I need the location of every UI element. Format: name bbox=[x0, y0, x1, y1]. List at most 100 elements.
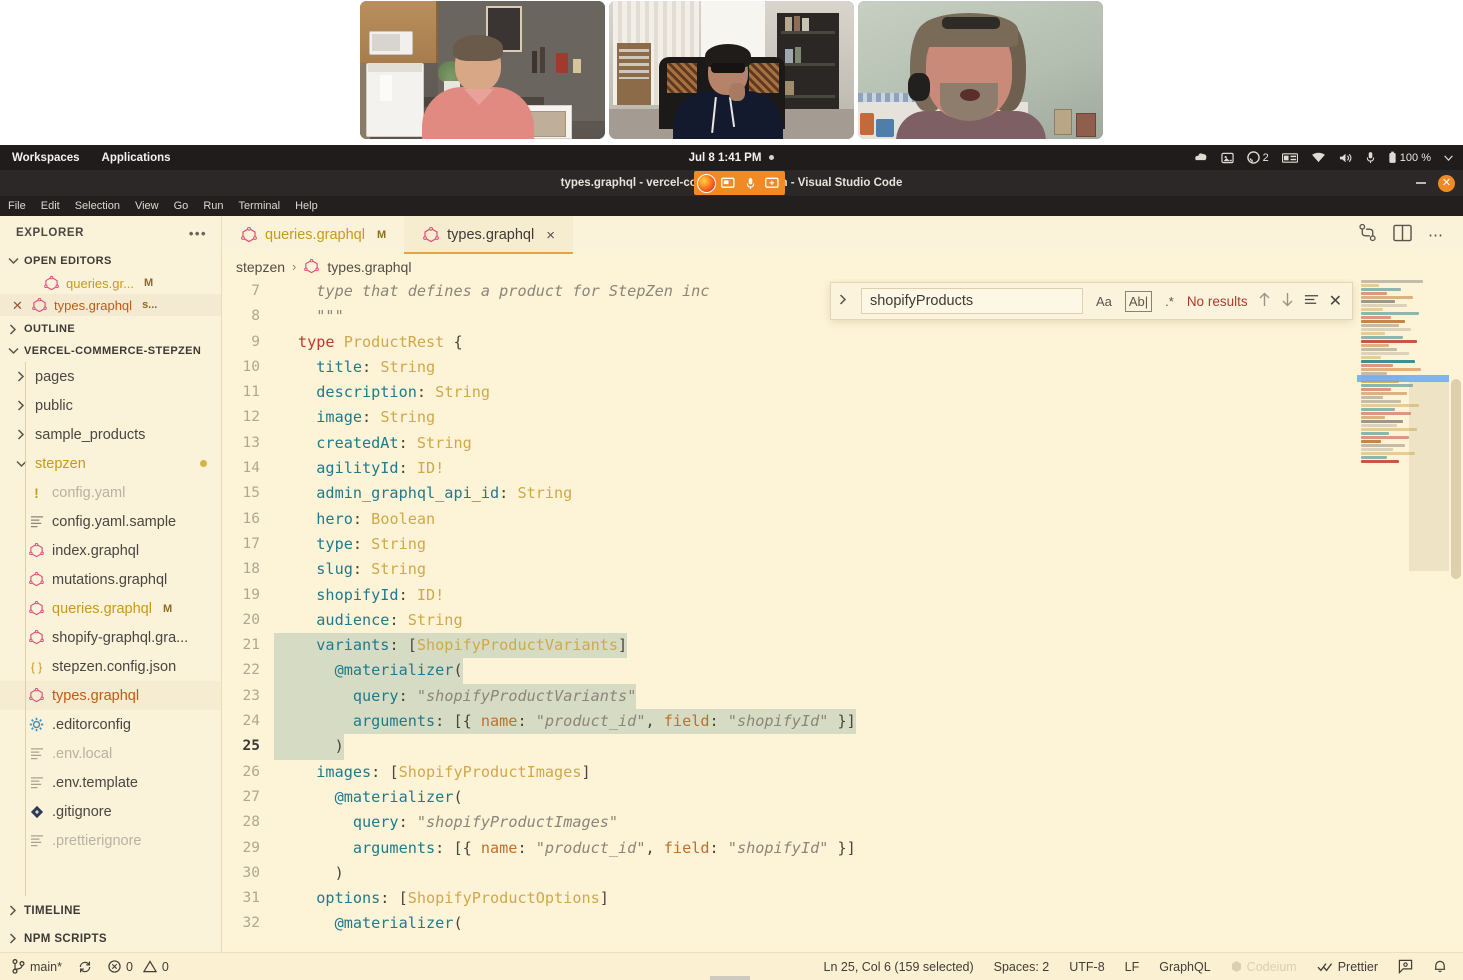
tree-item-stepzen-config-json[interactable]: { }stepzen.config.json bbox=[0, 652, 221, 681]
breadcrumb-folder[interactable]: stepzen bbox=[236, 259, 285, 275]
os-menu-applications[interactable]: Applications bbox=[102, 152, 171, 164]
menu-help[interactable]: Help bbox=[295, 200, 318, 212]
tree-item--editorconfig[interactable]: .editorconfig bbox=[0, 710, 221, 739]
menu-selection[interactable]: Selection bbox=[75, 200, 120, 212]
wifi-icon[interactable] bbox=[1311, 152, 1326, 163]
tree-item-stepzen[interactable]: stepzen bbox=[0, 449, 221, 478]
section-timeline[interactable]: TIMELINE bbox=[0, 896, 221, 924]
keyboard-icon[interactable] bbox=[1282, 153, 1298, 163]
remote-feedback-icon[interactable] bbox=[1398, 959, 1413, 974]
status-eol[interactable]: LF bbox=[1125, 960, 1140, 974]
status-prettier[interactable]: Prettier bbox=[1317, 960, 1378, 974]
tree-item-config-yaml[interactable]: !config.yaml bbox=[0, 478, 221, 507]
tree-item-queries-graphql[interactable]: queries.graphqlM bbox=[0, 594, 221, 623]
status-sync-icon[interactable] bbox=[78, 960, 92, 974]
section-open-editors[interactable]: OPEN EDITORS bbox=[0, 250, 221, 272]
tree-item-public[interactable]: public bbox=[0, 391, 221, 420]
minimap[interactable] bbox=[1357, 279, 1449, 952]
find-input[interactable]: shopifyProducts bbox=[861, 288, 1083, 314]
chevron-down-icon[interactable] bbox=[1444, 155, 1453, 161]
minimap-slider[interactable] bbox=[1409, 381, 1449, 571]
env-file-icon bbox=[28, 776, 45, 789]
tree-item-types-graphql[interactable]: types.graphql bbox=[0, 681, 221, 710]
code-editor[interactable]: 7 type that defines a product for StepZe… bbox=[222, 279, 1463, 952]
line-content: audience: String bbox=[274, 608, 463, 633]
tab-queries-graphql[interactable]: queries.graphql M bbox=[222, 216, 404, 254]
scrollbar-thumb[interactable] bbox=[1451, 379, 1461, 579]
menu-edit[interactable]: Edit bbox=[41, 200, 60, 212]
github-icon[interactable]: 2 bbox=[1247, 151, 1269, 164]
tab-types-graphql[interactable]: types.graphql × bbox=[404, 216, 573, 254]
code-token: type bbox=[298, 535, 353, 553]
status-cursor-position[interactable]: Ln 25, Col 6 (159 selected) bbox=[824, 960, 974, 974]
cloud-icon[interactable] bbox=[1194, 152, 1208, 163]
status-branch[interactable]: main* bbox=[12, 959, 62, 974]
breadcrumb-file[interactable]: types.graphql bbox=[327, 259, 411, 275]
line-content: createdAt: String bbox=[274, 431, 472, 456]
bell-icon[interactable] bbox=[1433, 959, 1447, 974]
code-line-12: 12 image: String bbox=[222, 405, 1463, 430]
tree-item-config-yaml-sample[interactable]: config.yaml.sample bbox=[0, 507, 221, 536]
explorer-more-icon[interactable]: ••• bbox=[189, 226, 207, 241]
status-codeium[interactable]: Codeium bbox=[1231, 960, 1297, 974]
tree-item-mutations-graphql[interactable]: mutations.graphql bbox=[0, 565, 221, 594]
editor-scrollbar[interactable] bbox=[1449, 279, 1463, 952]
video-tile-participant-2[interactable] bbox=[609, 1, 854, 139]
tree-item--gitignore[interactable]: .gitignore bbox=[0, 797, 221, 826]
close-button[interactable]: ✕ bbox=[1438, 175, 1455, 192]
volume-icon[interactable] bbox=[1339, 152, 1353, 164]
tree-item--prettierignore[interactable]: .prettierignore bbox=[0, 826, 221, 855]
tree-item-pages[interactable]: pages bbox=[0, 362, 221, 391]
match-whole-word-icon[interactable]: Ab| bbox=[1125, 291, 1152, 312]
more-actions-icon[interactable]: ⋯ bbox=[1428, 226, 1445, 244]
menu-view[interactable]: View bbox=[135, 200, 159, 212]
screenshot-icon[interactable] bbox=[1221, 152, 1234, 164]
section-outline[interactable]: OUTLINE bbox=[0, 318, 221, 340]
status-indentation[interactable]: Spaces: 2 bbox=[994, 960, 1050, 974]
tree-item-index-graphql[interactable]: index.graphql bbox=[0, 536, 221, 565]
microphone-icon[interactable] bbox=[1366, 151, 1375, 164]
tree-item-shopify-graphql-gra-[interactable]: shopify-graphql.gra... bbox=[0, 623, 221, 652]
match-case-icon[interactable]: Aa bbox=[1093, 292, 1115, 311]
tree-item--env-local[interactable]: .env.local bbox=[0, 739, 221, 768]
close-find-icon[interactable]: ✕ bbox=[1329, 291, 1342, 311]
code-token: String bbox=[371, 560, 426, 578]
status-encoding[interactable]: UTF-8 bbox=[1069, 960, 1104, 974]
code-token: audience bbox=[298, 611, 389, 629]
tree-item--env-template[interactable]: .env.template bbox=[0, 768, 221, 797]
camera-icon[interactable] bbox=[762, 174, 782, 192]
microphone-icon[interactable] bbox=[740, 174, 760, 192]
menu-terminal[interactable]: Terminal bbox=[239, 200, 281, 212]
tree-item-sample-products[interactable]: sample_products bbox=[0, 420, 221, 449]
find-in-selection-icon[interactable] bbox=[1304, 293, 1319, 309]
section-npm-scripts[interactable]: NPM SCRIPTS bbox=[0, 924, 221, 952]
os-clock[interactable]: Jul 8 1:41 PM bbox=[622, 152, 842, 164]
close-editor-icon[interactable]: ✕ bbox=[12, 299, 25, 312]
menu-run[interactable]: Run bbox=[203, 200, 223, 212]
toggle-replace-icon[interactable] bbox=[835, 294, 851, 308]
open-editor-types[interactable]: ✕ types.graphql s... bbox=[0, 294, 221, 316]
next-match-icon[interactable] bbox=[1281, 292, 1294, 310]
video-tile-participant-3[interactable] bbox=[858, 1, 1103, 139]
line-number: 17 bbox=[222, 532, 274, 557]
section-project[interactable]: VERCEL-COMMERCE-STEPZEN bbox=[0, 340, 221, 362]
status-language-mode[interactable]: GraphQL bbox=[1159, 960, 1210, 974]
os-menu-workspaces[interactable]: Workspaces bbox=[12, 152, 80, 164]
minimize-button[interactable] bbox=[1416, 182, 1426, 184]
battery-icon[interactable]: 100 % bbox=[1388, 151, 1431, 164]
explorer-sidebar: EXPLORER ••• OPEN EDITORS queries.gr... … bbox=[0, 216, 222, 952]
previous-match-icon[interactable] bbox=[1258, 292, 1271, 310]
close-tab-icon[interactable]: × bbox=[546, 227, 555, 244]
menu-file[interactable]: File bbox=[8, 200, 26, 212]
status-problems[interactable]: 0 0 bbox=[108, 960, 169, 974]
use-regex-icon[interactable]: .* bbox=[1162, 292, 1177, 311]
code-token: field bbox=[664, 712, 710, 730]
split-editor-icon[interactable] bbox=[1393, 224, 1412, 247]
split-compare-icon[interactable] bbox=[1358, 223, 1377, 247]
open-editor-queries[interactable]: queries.gr... M bbox=[0, 272, 221, 294]
video-tile-participant-1[interactable] bbox=[360, 1, 605, 139]
present-icon[interactable] bbox=[718, 174, 738, 192]
menu-go[interactable]: Go bbox=[174, 200, 189, 212]
minimap-line bbox=[1361, 352, 1409, 355]
line-number: 27 bbox=[222, 785, 274, 810]
